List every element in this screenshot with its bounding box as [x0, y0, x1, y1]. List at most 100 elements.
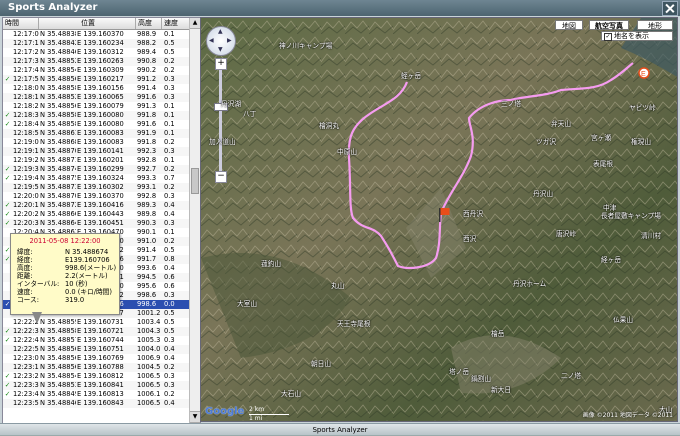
row-time: 12:18:20 — [13, 102, 39, 110]
row-latitude: N 35.488388 — [40, 30, 76, 38]
table-row[interactable]: 12:22:50N 35.488560E 139.160751 1004.00.4 — [3, 345, 200, 354]
row-check-icon: ✓ — [4, 165, 11, 173]
show-labels-checkbox[interactable]: ✓ 地名を表示 — [601, 31, 673, 41]
row-longitude: E 139.160234 — [77, 39, 124, 47]
table-row[interactable]: ✓12:20:30N 35.488644E 139.160451 990.3 0.3 — [3, 219, 200, 228]
table-row[interactable]: ✓12:19:30N 35.488747E 139.160299 992.7 0.2 — [3, 165, 200, 174]
tooltip-field-key: インターバル: — [17, 280, 60, 288]
table-row[interactable]: 12:18:00N 35.488582E 139.160156 991.4 0.3 — [3, 84, 200, 93]
table-row[interactable]: ✓12:17:50N 35.488567E 139.160217 991.2 0.3 — [3, 75, 200, 84]
table-row[interactable]: 12:23:00N 35.488567E 139.160769 1006.90.4 — [3, 354, 200, 363]
map-place-label: 清川村 — [641, 232, 662, 240]
tooltip-field: 緯度: N 35.488674 — [11, 248, 119, 256]
zoom-in-button[interactable]: + — [215, 58, 227, 70]
row-altitude: 994.5 — [137, 273, 157, 281]
row-check-icon — [3, 93, 12, 102]
table-row[interactable]: 12:17:30N 35.488525E 139.160263 990.8 0.2 — [3, 57, 200, 66]
row-altitude: 989.4 — [137, 48, 157, 56]
map-place-label: 丹沢山 — [533, 190, 554, 198]
header-speed[interactable]: 速度 — [162, 18, 190, 29]
table-row[interactable]: 12:17:10N 35.488422E 139.160234 988.2 0.5 — [3, 39, 200, 48]
table-row[interactable]: 12:18:20N 35.488560E 139.160079 991.3 0.1 — [3, 102, 200, 111]
map-place-label: 蛭ヶ岳 — [401, 72, 422, 80]
table-row[interactable]: 12:23:50N 35.488466E 139.160843 1006.50.4 — [3, 399, 200, 408]
scroll-down-icon[interactable]: ▼ — [190, 411, 200, 423]
pan-right-icon[interactable]: ▶ — [227, 37, 232, 44]
scroll-up-icon[interactable]: ▲ — [190, 18, 200, 29]
table-row[interactable]: 12:20:00N 35.488708E 139.160370 992.8 0.3 — [3, 192, 200, 201]
table-row[interactable]: ✓12:22:30N 35.488589E 139.160721 1004.30.… — [3, 327, 200, 336]
row-altitude: 988.9 — [137, 30, 157, 38]
row-speed: 0.1 — [164, 120, 175, 128]
row-altitude: 988.2 — [137, 39, 157, 47]
map-place-label: 三ノ塔 — [501, 100, 522, 108]
row-check-icon: ✓ — [4, 210, 11, 218]
map-place-label: 大室山 — [237, 300, 258, 308]
close-button[interactable] — [662, 1, 678, 16]
row-speed: 0.2 — [164, 57, 175, 65]
table-row[interactable]: ✓12:20:20N 35.488663E 139.160443 989.8 0.4 — [3, 210, 200, 219]
header-time[interactable]: 時間 — [3, 18, 39, 29]
header-altitude[interactable]: 高度 — [136, 18, 162, 29]
table-row[interactable]: 12:19:20N 35.488715E 139.160201 992.8 0.1 — [3, 156, 200, 165]
table-row[interactable]: ✓12:23:30N 35.488538E 139.160841 1006.50.… — [3, 381, 200, 390]
zoom-out-button[interactable]: − — [215, 171, 227, 183]
google-logo: Google — [205, 406, 245, 417]
table-row[interactable]: 12:19:00N 35.488686E 139.160083 991.8 0.2 — [3, 138, 200, 147]
row-speed: 0.3 — [164, 336, 175, 344]
row-speed: 0.7 — [164, 174, 175, 182]
satellite-map[interactable]: E ▲ ▼ ◀ ▶ + − 地図 航空写真 地形 ✓ 地名を表示 神ノ川キャンプ場… — [200, 17, 678, 422]
row-latitude: N 35.488708 — [40, 192, 76, 200]
row-altitude: 992.8 — [137, 156, 157, 164]
table-row[interactable]: 12:17:20N 35.488468E 139.160312 989.4 0.5 — [3, 48, 200, 57]
row-longitude: E 139.160079 — [77, 102, 124, 110]
table-row[interactable]: ✓12:18:30N 35.488583E 139.160080 991.8 0.1 — [3, 111, 200, 120]
tooltip-pointer — [32, 312, 42, 324]
zoom-control: + − — [214, 58, 228, 183]
table-row[interactable]: 12:23:10N 35.488567E 139.160788 1004.50.2 — [3, 363, 200, 372]
scroll-thumb[interactable] — [191, 168, 199, 194]
scale-km: 2 km — [249, 406, 265, 413]
map-type-satellite-button[interactable]: 航空写真 — [589, 20, 629, 30]
pan-up-icon[interactable]: ▲ — [218, 28, 223, 35]
row-check-icon: ✓ — [4, 381, 11, 389]
pan-down-icon[interactable]: ▼ — [218, 46, 223, 53]
row-speed: 0.4 — [164, 354, 175, 362]
table-row[interactable]: 12:18:10N 35.488529E 139.160065 991.6 0.3 — [3, 93, 200, 102]
row-altitude: 991.4 — [137, 84, 157, 92]
table-row[interactable]: 12:18:50N 35.488612E 139.160083 991.9 0.1 — [3, 129, 200, 138]
row-speed: 0.2 — [164, 237, 175, 245]
row-speed: 0.2 — [164, 66, 175, 74]
table-row[interactable]: ✓12:19:40N 35.488754E 139.160324 993.3 0.7 — [3, 174, 200, 183]
row-time: 12:18:30 — [13, 111, 39, 119]
zoom-slider-track[interactable] — [219, 70, 222, 171]
map-type-terrain-button[interactable]: 地形 — [637, 20, 673, 30]
table-row[interactable]: ✓12:22:40N 35.488575E 139.160744 1005.30.… — [3, 336, 200, 345]
row-time: 12:23:00 — [13, 354, 39, 362]
tooltip-field-key: 距離: — [17, 272, 33, 280]
table-row[interactable]: ✓12:18:40N 35.488586E 139.160080 991.6 0.1 — [3, 120, 200, 129]
table-row[interactable]: ✓12:23:40N 35.488495E 139.160813 1006.10.… — [3, 390, 200, 399]
row-longitude: E 139.160751 — [77, 345, 124, 353]
row-check-icon — [3, 183, 12, 192]
table-row[interactable]: 12:17:40N 35.488541E 139.160309 990.2 0.2 — [3, 66, 200, 75]
tooltip-field-key: 経度: — [17, 256, 33, 264]
row-latitude: N 35.488705 — [40, 147, 76, 155]
table-row[interactable]: 12:19:50N 35.488731E 139.160302 993.1 0.2 — [3, 183, 200, 192]
table-scrollbar[interactable]: ▲ ▼ — [189, 18, 200, 423]
row-check-icon — [3, 192, 12, 201]
map-place-label: 仏果山 — [613, 316, 634, 324]
pan-left-icon[interactable]: ◀ — [209, 37, 214, 44]
row-altitude: 992.3 — [137, 147, 157, 155]
row-time: 12:19:30 — [13, 165, 39, 173]
pan-control[interactable]: ▲ ▼ ◀ ▶ — [206, 26, 236, 56]
header-position[interactable]: 位置 — [39, 18, 136, 29]
row-time: 12:23:10 — [13, 363, 39, 371]
map-type-map-button[interactable]: 地図 — [555, 20, 583, 30]
table-row[interactable]: ✓12:23:20N 35.488544E 139.160812 1006.50.… — [3, 372, 200, 381]
table-row[interactable]: 12:17:00N 35.488388E 139.160370 988.9 0.1 — [3, 30, 200, 39]
row-check-icon — [3, 39, 12, 48]
table-row[interactable]: 12:19:10N 35.488705E 139.160141 992.3 0.3 — [3, 147, 200, 156]
table-row[interactable]: ✓12:20:10N 35.488720E 139.160416 989.3 0.4 — [3, 201, 200, 210]
map-place-label: 表尾根 — [593, 160, 614, 168]
